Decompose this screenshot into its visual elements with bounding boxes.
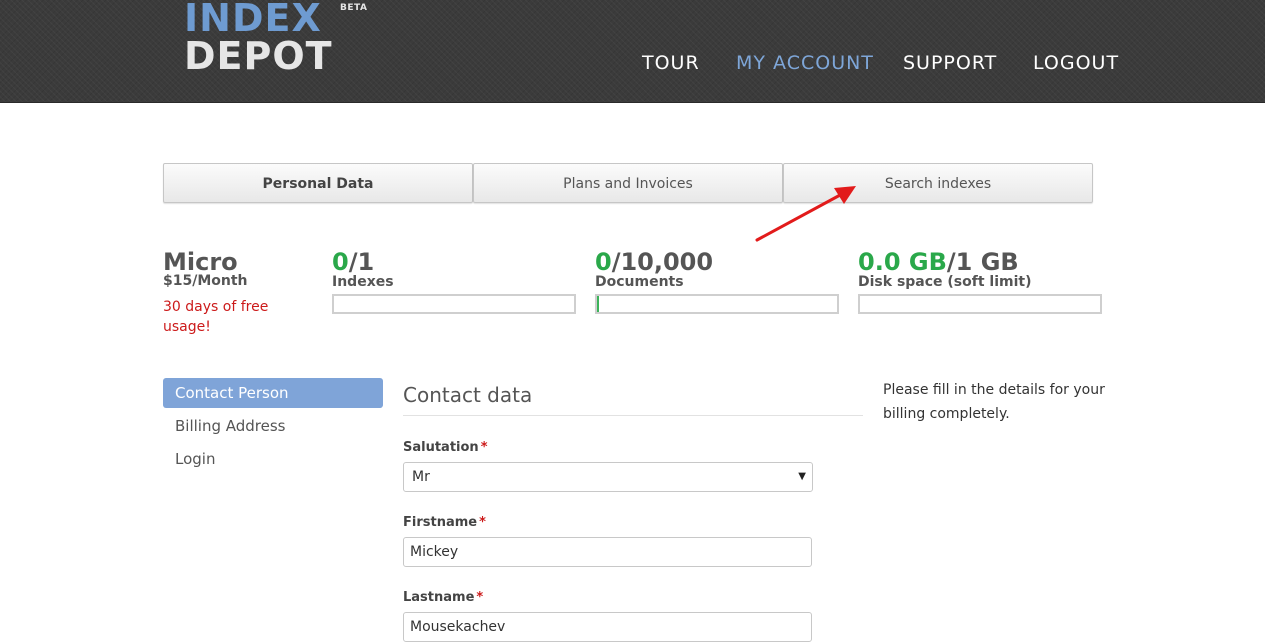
sidebar-item-billing-address[interactable]: Billing Address: [163, 411, 383, 441]
salutation-label: Salutation *: [403, 440, 488, 455]
stat-disk-progress-bar: [858, 294, 1102, 314]
sidebar-item-contact-person[interactable]: Contact Person: [163, 378, 383, 408]
stat-indexes: 0/1 Indexes: [332, 248, 576, 314]
billing-help-text: Please fill in the details for your bill…: [883, 382, 1105, 422]
stat-indexes-value: 0/1: [332, 248, 576, 276]
beta-badge: BETA: [340, 3, 368, 13]
lastname-input[interactable]: [403, 612, 812, 642]
salutation-selected-value: Mr: [412, 469, 430, 485]
nav-support[interactable]: SUPPORT: [903, 52, 997, 74]
stat-documents-fill: [597, 296, 600, 312]
main-nav: TOUR MY ACCOUNT SUPPORT LOGOUT: [0, 52, 1265, 76]
stat-disk-used: 0.0 GB: [858, 248, 947, 276]
stat-indexes-used: 0: [332, 248, 349, 276]
chevron-down-icon: ▼: [798, 471, 806, 482]
stat-indexes-total: /1: [348, 248, 375, 276]
form-title: Contact data: [403, 383, 863, 416]
sidebar-item-login[interactable]: Login: [163, 444, 383, 474]
stat-indexes-progress-bar: [332, 294, 576, 314]
stat-disk-total: /1 GB: [946, 248, 1019, 276]
stat-documents-used: 0: [595, 248, 612, 276]
tab-plans-and-invoices[interactable]: Plans and Invoices: [473, 163, 783, 203]
required-marker: *: [479, 515, 486, 530]
tab-personal-data[interactable]: Personal Data: [163, 163, 473, 203]
stat-disk-label: Disk space (soft limit): [858, 274, 1032, 290]
firstname-input[interactable]: [403, 537, 812, 567]
stat-documents: 0/10,000 Documents: [595, 248, 839, 314]
firstname-label-text: Firstname: [403, 515, 478, 530]
stat-disk-space: 0.0 GB/1 GB Disk space (soft limit): [858, 248, 1102, 314]
nav-tour[interactable]: TOUR: [642, 52, 700, 74]
annotation-arrow-icon: [755, 186, 856, 242]
nav-logout[interactable]: LOGOUT: [1033, 52, 1119, 74]
free-usage-note: 30 days of free usage!: [163, 299, 269, 335]
stat-documents-total: /10,000: [611, 248, 714, 276]
lastname-label-text: Lastname: [403, 590, 475, 605]
salutation-label-text: Salutation: [403, 440, 479, 455]
plan-price: $15/Month: [163, 273, 248, 289]
stat-documents-value: 0/10,000: [595, 248, 839, 276]
top-header: INDEX DEPOT BETA TOUR MY ACCOUNT SUPPORT…: [0, 0, 1265, 103]
stat-documents-label: Documents: [595, 274, 684, 290]
required-marker: *: [476, 590, 484, 605]
stat-disk-value: 0.0 GB/1 GB: [858, 248, 1102, 276]
nav-my-account[interactable]: MY ACCOUNT: [736, 52, 874, 74]
plan-name: Micro: [163, 248, 238, 276]
required-marker: *: [480, 440, 488, 455]
salutation-select[interactable]: Mr ▼: [403, 462, 813, 492]
firstname-label: Firstname *: [403, 515, 486, 530]
stat-indexes-label: Indexes: [332, 274, 394, 290]
logo[interactable]: INDEX DEPOT BETA: [184, 0, 384, 90]
stat-documents-progress-bar: [595, 294, 839, 314]
lastname-label: Lastname *: [403, 590, 483, 605]
